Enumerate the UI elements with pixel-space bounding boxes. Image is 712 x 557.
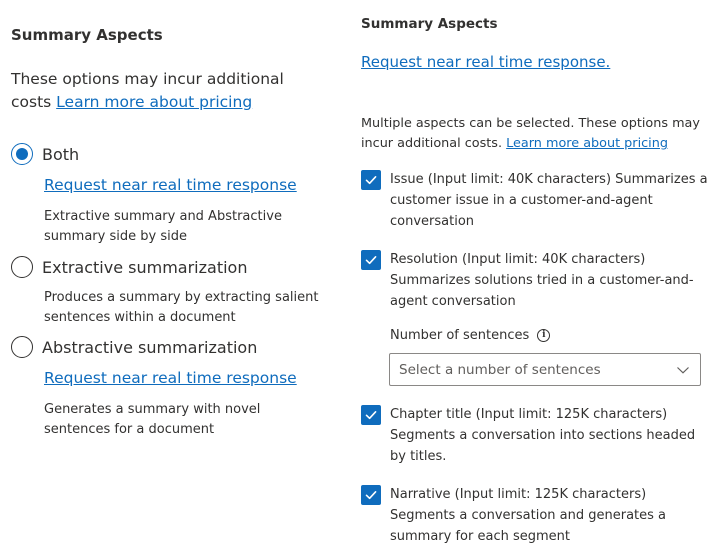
radio-abstractive[interactable]: Abstractive summarization	[11, 336, 257, 358]
radio-abstractive-indicator[interactable]	[11, 336, 33, 358]
checkbox-resolution[interactable]	[361, 250, 381, 270]
checkbox-issue[interactable]	[361, 170, 381, 190]
sentences-label-text: Number of sentences	[390, 328, 530, 343]
sentences-dropdown-placeholder: Select a number of sentences	[399, 361, 601, 378]
left-intro: These options may incur additional costs…	[11, 68, 301, 114]
abstractive-description: Generates a summary with novel sentences…	[44, 402, 261, 437]
radio-both-label: Both	[42, 144, 80, 164]
both-request-realtime-link[interactable]: Request near real time response	[44, 176, 297, 194]
radio-selected-dot	[16, 148, 28, 160]
radio-both[interactable]: Both	[11, 143, 79, 165]
extractive-description: Produces a summary by extracting salient…	[44, 290, 319, 325]
radio-extractive-label: Extractive summarization	[42, 257, 248, 277]
checkmark-icon	[365, 411, 377, 420]
checkmark-icon	[365, 176, 377, 185]
right-request-realtime-link[interactable]: Request near real time response.	[361, 53, 610, 71]
aspect-resolution-label: Resolution (Input limit: 40K characters)…	[390, 252, 694, 309]
right-panel-title: Summary Aspects	[361, 16, 498, 32]
sentences-dropdown[interactable]: Select a number of sentences	[389, 353, 701, 386]
sentences-field-label: Number of sentences i	[390, 328, 551, 343]
checkmark-icon	[365, 491, 377, 500]
info-icon[interactable]: i	[537, 329, 551, 342]
radio-extractive-indicator[interactable]	[11, 256, 33, 278]
right-pricing-link[interactable]: Learn more about pricing	[506, 136, 668, 151]
left-pricing-link[interactable]: Learn more about pricing	[56, 93, 252, 111]
aspect-chapter-title-label: Chapter title (Input limit: 125K charact…	[390, 407, 696, 464]
radio-abstractive-label: Abstractive summarization	[42, 337, 258, 357]
checkmark-icon	[365, 256, 377, 265]
aspect-issue-label: Issue (Input limit: 40K characters) Summ…	[390, 172, 708, 229]
both-description: Extractive summary and Abstractive summa…	[44, 209, 282, 244]
radio-both-indicator[interactable]	[11, 143, 33, 165]
radio-extractive[interactable]: Extractive summarization	[11, 256, 247, 278]
aspect-narrative-label: Narrative (Input limit: 125K characters)…	[390, 487, 667, 544]
right-intro: Multiple aspects can be selected. These …	[361, 114, 706, 154]
abstractive-request-realtime-link[interactable]: Request near real time response	[44, 369, 297, 387]
checkbox-chapter-title[interactable]	[361, 405, 381, 425]
chevron-down-icon	[677, 366, 689, 374]
checkbox-narrative[interactable]	[361, 485, 381, 505]
left-panel-title: Summary Aspects	[11, 26, 163, 44]
